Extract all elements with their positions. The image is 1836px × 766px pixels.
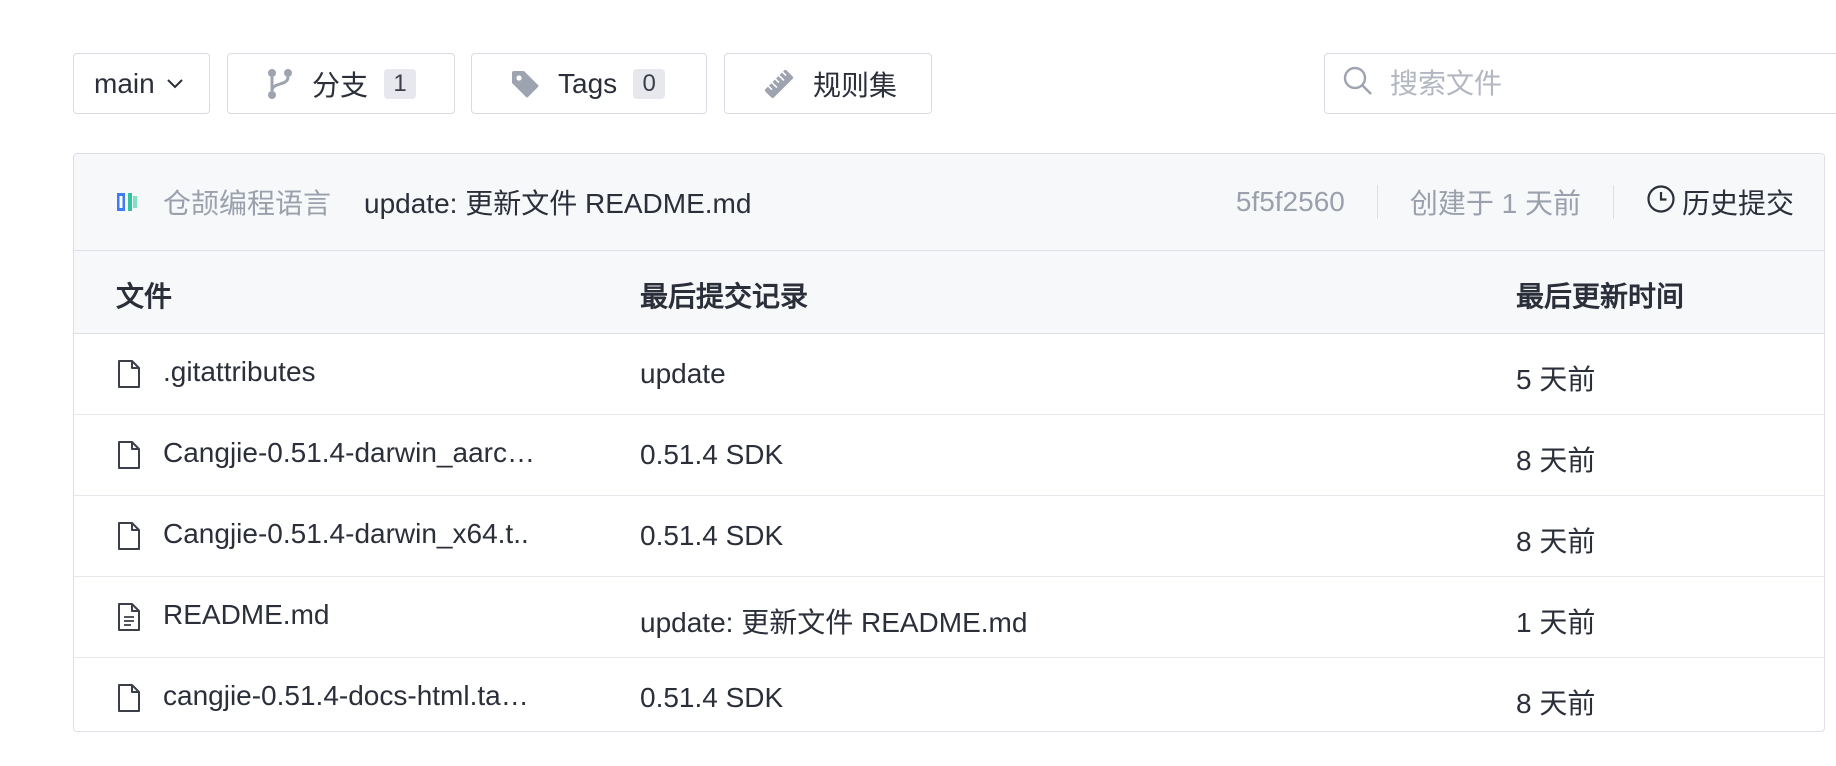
branches-count-badge: 1	[384, 68, 417, 99]
latest-commit-bar: 仓颉编程语言 update: 更新文件 README.md 5f5f2560 创…	[74, 154, 1824, 251]
table-row[interactable]: Cangjie-0.51.4-darwin_x64.t.. 0.51.4 SDK…	[74, 496, 1824, 577]
file-name-link[interactable]: Cangjie-0.51.4-darwin_x64.t..	[163, 518, 558, 550]
file-icon	[116, 521, 142, 558]
file-table-header: 文件 最后提交记录 最后更新时间	[74, 251, 1824, 334]
row-commit-message[interactable]: 0.51.4 SDK	[640, 520, 783, 552]
branch-select-value: main	[94, 67, 155, 99]
commit-created-time: 创建于 1 天前	[1409, 188, 1581, 219]
tags-label: Tags	[558, 67, 618, 99]
tags-count-badge: 0	[633, 68, 666, 99]
branch-select[interactable]: main	[73, 53, 210, 114]
file-search-box[interactable]	[1324, 53, 1836, 114]
tags-button[interactable]: Tags 0	[471, 53, 707, 114]
commit-hash[interactable]: 5f5f2560	[1236, 186, 1345, 218]
file-icon	[116, 359, 142, 396]
commit-meta: 5f5f2560 创建于 1 天前 历史提交	[1236, 182, 1794, 222]
ruler-icon	[763, 68, 795, 100]
file-icon	[116, 683, 142, 720]
tag-icon	[510, 69, 540, 99]
branches-button[interactable]: 分支 1	[227, 53, 455, 114]
table-row[interactable]: README.md update: 更新文件 README.md 1 天前	[74, 577, 1824, 658]
chevron-down-icon	[165, 74, 185, 94]
table-row[interactable]: .gitattributes update 5 天前	[74, 334, 1824, 415]
divider	[1612, 185, 1614, 219]
row-updated-time: 1 天前	[1516, 607, 1596, 638]
row-updated-time: 8 天前	[1516, 526, 1596, 557]
commit-message[interactable]: update: 更新文件 README.md	[364, 182, 751, 222]
clock-icon	[1646, 184, 1676, 221]
branches-label: 分支	[312, 69, 369, 101]
column-header-last-updated: 最后更新时间	[1516, 281, 1685, 312]
row-updated-time: 8 天前	[1516, 445, 1596, 476]
column-header-last-commit: 最后提交记录	[640, 281, 809, 312]
row-updated-time: 8 天前	[1516, 688, 1596, 719]
row-commit-message[interactable]: 0.51.4 SDK	[640, 682, 783, 714]
branch-icon	[266, 68, 294, 100]
row-updated-time: 5 天前	[1516, 364, 1596, 395]
author-avatar[interactable]	[116, 191, 138, 213]
file-icon	[116, 440, 142, 477]
file-text-icon	[116, 602, 142, 639]
search-icon	[1342, 65, 1374, 102]
repo-toolbar: main 分支 1 Tags 0 规则集 搜索文件	[73, 53, 1836, 116]
file-name-link[interactable]: Cangjie-0.51.4-darwin_aarc…	[163, 437, 558, 469]
column-header-file: 文件	[116, 281, 173, 312]
rulesets-label: 规则集	[813, 69, 898, 101]
row-commit-message[interactable]: update: 更新文件 README.md	[640, 601, 1027, 641]
table-row[interactable]: cangjie-0.51.4-docs-html.ta… 0.51.4 SDK …	[74, 658, 1824, 731]
commit-history-label: 历史提交	[1681, 188, 1794, 219]
file-name-link[interactable]: cangjie-0.51.4-docs-html.ta…	[163, 680, 558, 712]
table-row[interactable]: Cangjie-0.51.4-darwin_aarc… 0.51.4 SDK 8…	[74, 415, 1824, 496]
commit-history-link[interactable]: 历史提交	[1646, 182, 1794, 222]
repo-file-panel: 仓颉编程语言 update: 更新文件 README.md 5f5f2560 创…	[73, 153, 1825, 732]
file-search-input[interactable]	[1388, 66, 1836, 101]
divider	[1376, 185, 1378, 219]
row-commit-message[interactable]: 0.51.4 SDK	[640, 439, 783, 471]
file-name-link[interactable]: README.md	[163, 599, 558, 631]
file-name-link[interactable]: .gitattributes	[163, 356, 558, 388]
commit-author[interactable]: 仓颉编程语言	[163, 182, 331, 222]
rulesets-button[interactable]: 规则集	[724, 53, 932, 114]
row-commit-message[interactable]: update	[640, 358, 726, 390]
